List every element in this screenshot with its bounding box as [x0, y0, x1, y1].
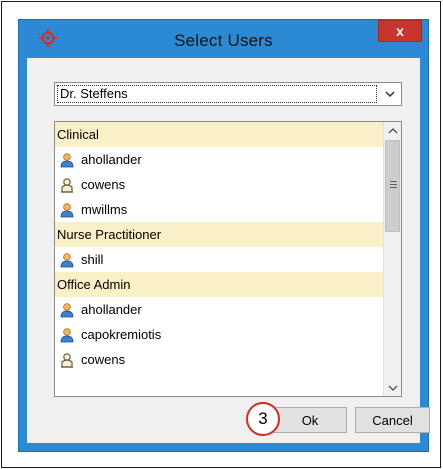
list-item[interactable]: cowens — [55, 347, 383, 372]
list-item[interactable]: mwillms — [55, 197, 383, 222]
ok-button[interactable]: Ok — [273, 407, 347, 433]
dialog-title: Select Users — [174, 31, 273, 50]
chevron-down-icon[interactable] — [379, 83, 401, 105]
list-item-label: capokremiotis — [81, 327, 162, 342]
user-list[interactable]: Clinical ahollander cowens mwillms Nurse Pra… — [54, 121, 402, 397]
title-bar[interactable]: Select Users x — [19, 20, 428, 58]
user-list-items: Clinical ahollander cowens mwillms Nurse Pra… — [55, 122, 383, 396]
screenshot-frame: Select Users x Dr. Steffens Clinical ahol… — [1, 1, 441, 468]
step-number-marker: 3 — [246, 402, 280, 436]
list-item-label: mwillms — [81, 202, 128, 217]
list-item-label: ahollander — [81, 152, 142, 167]
user-icon — [59, 326, 75, 343]
list-group-header: Clinical — [55, 122, 383, 147]
close-icon: x — [396, 23, 404, 39]
provider-dropdown[interactable]: Dr. Steffens — [54, 82, 402, 106]
list-item-label: cowens — [81, 352, 126, 367]
list-item[interactable]: capokremiotis — [55, 322, 383, 347]
list-group-header: Office Admin — [55, 272, 383, 297]
user-icon — [59, 151, 75, 168]
select-users-dialog: Select Users x Dr. Steffens Clinical ahol… — [18, 19, 430, 452]
user-outline-icon — [59, 351, 75, 368]
user-list-scrollbar[interactable] — [383, 122, 401, 396]
list-item[interactable]: cowens — [55, 172, 383, 197]
list-item-label: ahollander — [81, 302, 142, 317]
scroll-down-icon[interactable] — [384, 379, 401, 396]
cancel-button[interactable]: Cancel — [355, 407, 430, 433]
close-button[interactable]: x — [378, 20, 422, 42]
list-group-header: Nurse Practitioner — [55, 222, 383, 247]
user-icon — [59, 201, 75, 218]
dialog-body: Dr. Steffens Clinical ahollander cowens mwi… — [27, 58, 430, 443]
user-icon — [59, 301, 75, 318]
provider-dropdown-value: Dr. Steffens — [57, 85, 377, 103]
scroll-up-icon[interactable] — [384, 122, 401, 139]
user-icon — [59, 251, 75, 268]
list-item[interactable]: shill — [55, 247, 383, 272]
list-item[interactable]: ahollander — [55, 147, 383, 172]
user-outline-icon — [59, 176, 75, 193]
list-item-label: shill — [81, 252, 104, 267]
list-item-label: cowens — [81, 177, 126, 192]
list-item[interactable]: ahollander — [55, 297, 383, 322]
scroll-thumb[interactable] — [385, 140, 400, 232]
